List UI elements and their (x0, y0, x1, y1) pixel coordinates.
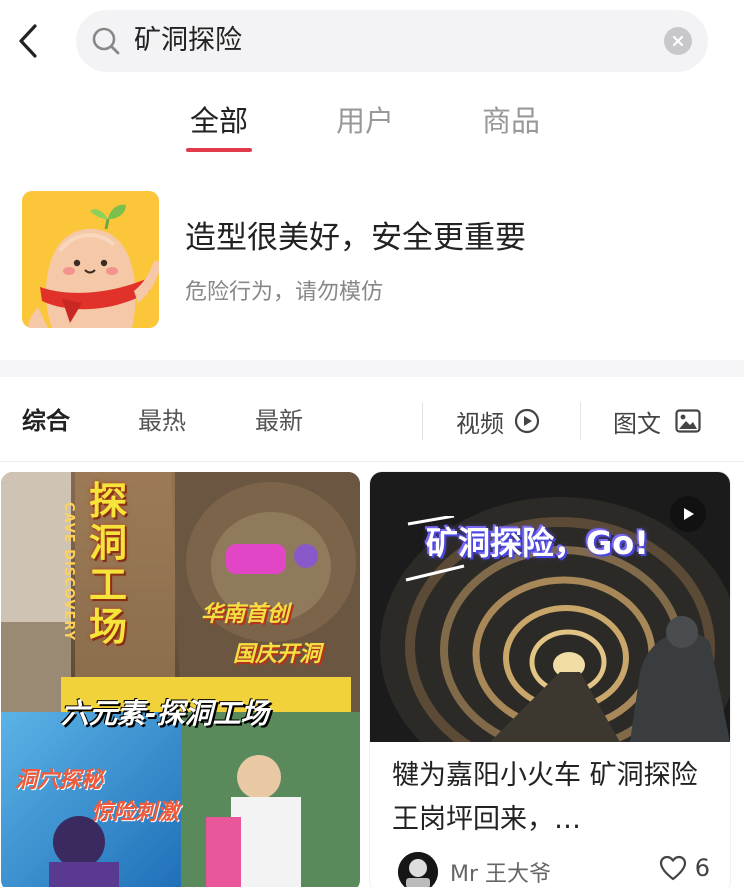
search-icon (92, 27, 120, 55)
search-input[interactable]: 矿洞探险 (76, 10, 708, 72)
notice-subtitle: 危险行为，请勿模仿 (185, 280, 384, 305)
sort-comprehensive[interactable]: 综合 (22, 380, 70, 462)
card-cover-image: 探洞工场 CAVE DISCOVERY 华南首创 国庆开洞 六元素-探洞工场 洞… (1, 472, 360, 887)
filter-image-text-label: 图文 (613, 409, 661, 438)
close-icon (672, 35, 684, 47)
sort-hottest[interactable]: 最热 (138, 380, 186, 462)
overlay-banner: 六元素-探洞工场 (61, 697, 269, 730)
heart-icon (659, 855, 687, 881)
tab-products-label: 商品 (481, 104, 540, 138)
result-card-jiayang-train[interactable]: 矿洞探险，Go! 犍为嘉阳小火车 矿洞探险 王岗坪回来，… Mr 王大爷 6 (370, 472, 730, 887)
tab-users[interactable]: 用户 (332, 96, 398, 156)
tab-all-label: 全部 (189, 104, 248, 138)
cave-sign-text: 探洞工场 (89, 479, 128, 649)
clear-search-button[interactable] (664, 27, 692, 55)
tab-all[interactable]: 全部 (186, 96, 252, 156)
cave-sign-english: CAVE DISCOVERY (61, 502, 76, 642)
top-bar: 矿洞探险 (0, 0, 744, 82)
card-meta: Mr 王大爷 6 (398, 852, 718, 887)
section-divider (0, 360, 744, 377)
tab-users-label: 用户 (335, 104, 394, 138)
like-count: 6 (694, 854, 710, 882)
safety-notice: 造型很美好，安全更重要 危险行为，请勿模仿 (0, 190, 744, 330)
back-button[interactable] (14, 22, 42, 60)
search-query: 矿洞探险 (134, 25, 242, 56)
image-icon (675, 409, 701, 433)
notice-title: 造型很美好，安全更重要 (185, 220, 526, 256)
active-tab-indicator (186, 148, 252, 152)
overlay-line4: 惊险刺激 (91, 800, 180, 825)
like-button[interactable]: 6 (659, 854, 710, 882)
mascot-image (22, 191, 159, 328)
video-badge (670, 496, 706, 532)
divider (580, 402, 581, 440)
filter-video-label: 视频 (456, 409, 504, 438)
overlay-line3: 洞穴探秘 (15, 768, 104, 793)
author-name[interactable]: Mr 王大爷 (450, 856, 551, 887)
tab-products[interactable]: 商品 (478, 96, 544, 156)
sort-newest[interactable]: 最新 (255, 380, 303, 462)
chevron-left-icon (19, 24, 37, 58)
play-circle-icon (514, 408, 540, 434)
category-tabs: 全部 用户 商品 (0, 96, 744, 162)
filter-image-text[interactable]: 图文 (613, 380, 701, 462)
divider (422, 402, 423, 440)
play-icon (684, 508, 694, 520)
filter-video[interactable]: 视频 (456, 380, 540, 462)
avatar[interactable] (398, 852, 438, 887)
overlay-line1: 华南首创 (201, 602, 290, 627)
speed-lines-decoration (405, 516, 465, 582)
sort-filter-bar: 综合 最热 最新 视频 图文 (0, 380, 744, 462)
overlay-line2: 国庆开洞 (233, 642, 322, 667)
result-card-cave-discovery[interactable]: 探洞工场 CAVE DISCOVERY 华南首创 国庆开洞 六元素-探洞工场 洞… (1, 472, 360, 887)
card-title: 犍为嘉阳小火车 矿洞探险 王岗坪回来，… (392, 760, 698, 835)
